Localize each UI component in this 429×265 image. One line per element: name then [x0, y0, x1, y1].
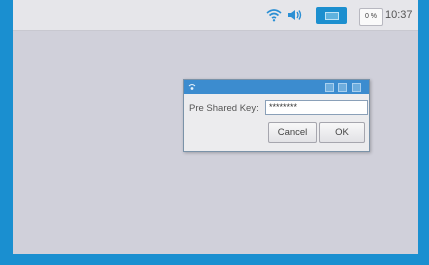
- cpu-usage-monitor[interactable]: 0 %: [359, 8, 383, 26]
- volume-icon[interactable]: [286, 0, 302, 30]
- pre-shared-key-input[interactable]: ********: [265, 100, 368, 115]
- clock[interactable]: 10:37: [385, 0, 413, 30]
- dialog-titlebar[interactable]: [184, 80, 369, 94]
- network-icon: [188, 84, 196, 90]
- close-button[interactable]: [352, 83, 361, 92]
- minimize-button[interactable]: [325, 83, 334, 92]
- desktop: 0 % 10:37 Pre Shared Key: ******** Cance…: [13, 0, 418, 254]
- pre-shared-key-dialog: Pre Shared Key: ******** Cancel OK: [183, 79, 370, 152]
- monitor-icon[interactable]: [316, 7, 347, 24]
- ok-button[interactable]: OK: [319, 122, 365, 143]
- pre-shared-key-label: Pre Shared Key:: [189, 103, 259, 114]
- wifi-icon[interactable]: [266, 0, 282, 30]
- cancel-button[interactable]: Cancel: [268, 122, 317, 143]
- taskbar: 0 % 10:37: [13, 0, 418, 31]
- maximize-button[interactable]: [338, 83, 347, 92]
